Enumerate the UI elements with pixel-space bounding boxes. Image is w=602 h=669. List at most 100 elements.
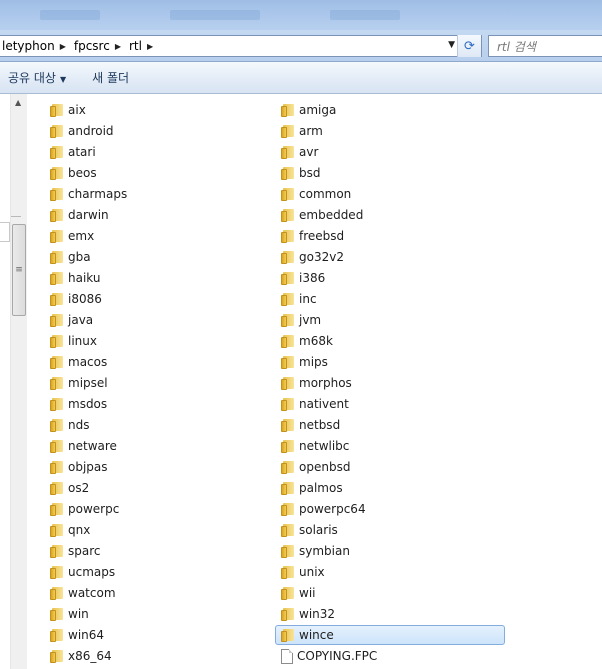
item-label: linux: [68, 334, 97, 348]
item-label: objpas: [68, 460, 108, 474]
folder-icon: [50, 229, 64, 243]
folder-icon: [50, 250, 64, 264]
folder-item[interactable]: darwin: [50, 205, 109, 225]
folder-icon: [50, 439, 64, 453]
item-label: win64: [68, 628, 105, 642]
folder-item[interactable]: os2: [50, 478, 89, 498]
scroll-up-icon[interactable]: ▲: [15, 98, 21, 107]
item-label: jvm: [299, 313, 322, 327]
item-label: palmos: [299, 481, 343, 495]
folder-item[interactable]: macos: [50, 352, 107, 372]
folder-item[interactable]: win64: [50, 625, 104, 645]
folder-item[interactable]: i386: [281, 268, 325, 288]
folder-item[interactable]: embedded: [281, 205, 363, 225]
folder-icon: [50, 145, 64, 159]
folder-icon: [281, 355, 295, 369]
folder-item[interactable]: x86_64: [50, 646, 112, 666]
folder-icon: [281, 439, 295, 453]
folder-item[interactable]: unix: [281, 562, 325, 582]
folder-item[interactable]: ucmaps: [50, 562, 115, 582]
address-dropdown-icon[interactable]: ▼: [448, 40, 455, 50]
folder-item[interactable]: haiku: [50, 268, 100, 288]
folder-item[interactable]: powerpc64: [281, 499, 366, 519]
folder-item[interactable]: powerpc: [50, 499, 119, 519]
item-label: common: [299, 187, 352, 201]
file-item[interactable]: COPYING.FPC: [281, 646, 377, 666]
breadcrumb-arrow-icon[interactable]: ▶: [113, 42, 125, 51]
title-blur: [330, 10, 400, 20]
folder-item[interactable]: linux: [50, 331, 97, 351]
folder-item[interactable]: atari: [50, 142, 96, 162]
folder-icon: [50, 628, 64, 642]
item-label: emx: [68, 229, 95, 243]
folder-item[interactable]: android: [50, 121, 114, 141]
folder-item[interactable]: amiga: [281, 100, 336, 120]
folder-item[interactable]: objpas: [50, 457, 108, 477]
folder-item[interactable]: msdos: [50, 394, 107, 414]
folder-item[interactable]: nativent: [281, 394, 349, 414]
folder-item[interactable]: wii: [281, 583, 315, 603]
folder-item[interactable]: java: [50, 310, 93, 330]
item-label: macos: [68, 355, 108, 369]
folder-item[interactable]: qnx: [50, 520, 90, 540]
file-list[interactable]: aix android atari beos charmaps darwin emx gba h…: [28, 94, 602, 669]
folder-item[interactable]: netwlibc: [281, 436, 349, 456]
folder-item[interactable]: solaris: [281, 520, 338, 540]
folder-item[interactable]: charmaps: [50, 184, 127, 204]
folder-icon: [50, 187, 64, 201]
folder-item[interactable]: win32: [281, 604, 335, 624]
search-input[interactable]: rtl 검색: [488, 35, 602, 57]
folder-item[interactable]: gba: [50, 247, 91, 267]
folder-item[interactable]: inc: [281, 289, 317, 309]
folder-item[interactable]: symbian: [281, 541, 350, 561]
breadcrumb-arrow-icon[interactable]: ▶: [58, 42, 70, 51]
nav-scrollbar[interactable]: ▲ ≡: [10, 94, 27, 669]
folder-icon: [50, 649, 64, 663]
folder-item[interactable]: sparc: [50, 541, 101, 561]
folder-item[interactable]: watcom: [50, 583, 116, 603]
item-label: mipsel: [68, 376, 108, 390]
folder-item[interactable]: i8086: [50, 289, 102, 309]
folder-icon: [281, 187, 295, 201]
folder-icon: [281, 481, 295, 495]
folder-item[interactable]: aix: [50, 100, 86, 120]
folder-item[interactable]: win: [50, 604, 89, 624]
address-bar[interactable]: letyphon ▶ fpcsrc ▶ rtl ▶ ▼ ⟳: [0, 35, 482, 57]
folder-item[interactable]: bsd: [281, 163, 321, 183]
folder-item[interactable]: arm: [281, 121, 323, 141]
folder-item[interactable]: mips: [281, 352, 328, 372]
folder-item[interactable]: netbsd: [281, 415, 340, 435]
folder-item[interactable]: common: [281, 184, 351, 204]
breadcrumb-item[interactable]: fpcsrc: [70, 39, 113, 53]
folder-item[interactable]: netware: [50, 436, 117, 456]
breadcrumb-item[interactable]: letyphon: [0, 39, 58, 53]
window-title-bar: [0, 0, 602, 30]
folder-item[interactable]: m68k: [281, 331, 333, 351]
share-with-button[interactable]: 공유 대상 ▼: [0, 69, 74, 86]
new-folder-button[interactable]: 새 폴더: [84, 69, 137, 86]
scrollbar-thumb[interactable]: ≡: [12, 224, 26, 316]
folder-item[interactable]: morphos: [281, 373, 352, 393]
folder-item[interactable]: go32v2: [281, 247, 344, 267]
folder-item[interactable]: nds: [50, 415, 89, 435]
folder-item[interactable]: jvm: [281, 310, 321, 330]
folder-icon: [281, 460, 295, 474]
item-label: i8086: [68, 292, 102, 306]
folder-icon: [281, 250, 295, 264]
breadcrumb-item[interactable]: rtl: [125, 39, 145, 53]
item-label: m68k: [299, 334, 333, 348]
folder-item[interactable]: freebsd: [281, 226, 344, 246]
folder-item[interactable]: palmos: [281, 478, 343, 498]
folder-icon: [281, 166, 295, 180]
folder-icon: [281, 103, 295, 117]
folder-item[interactable]: emx: [50, 226, 94, 246]
folder-item[interactable]: beos: [50, 163, 97, 183]
item-label: win32: [299, 607, 336, 621]
folder-item[interactable]: wince: [275, 625, 505, 645]
folder-item[interactable]: mipsel: [50, 373, 108, 393]
folder-item[interactable]: openbsd: [281, 457, 350, 477]
refresh-icon[interactable]: ⟳: [457, 35, 481, 57]
item-label: unix: [299, 565, 325, 579]
folder-item[interactable]: avr: [281, 142, 318, 162]
breadcrumb-arrow-icon[interactable]: ▶: [145, 42, 157, 51]
